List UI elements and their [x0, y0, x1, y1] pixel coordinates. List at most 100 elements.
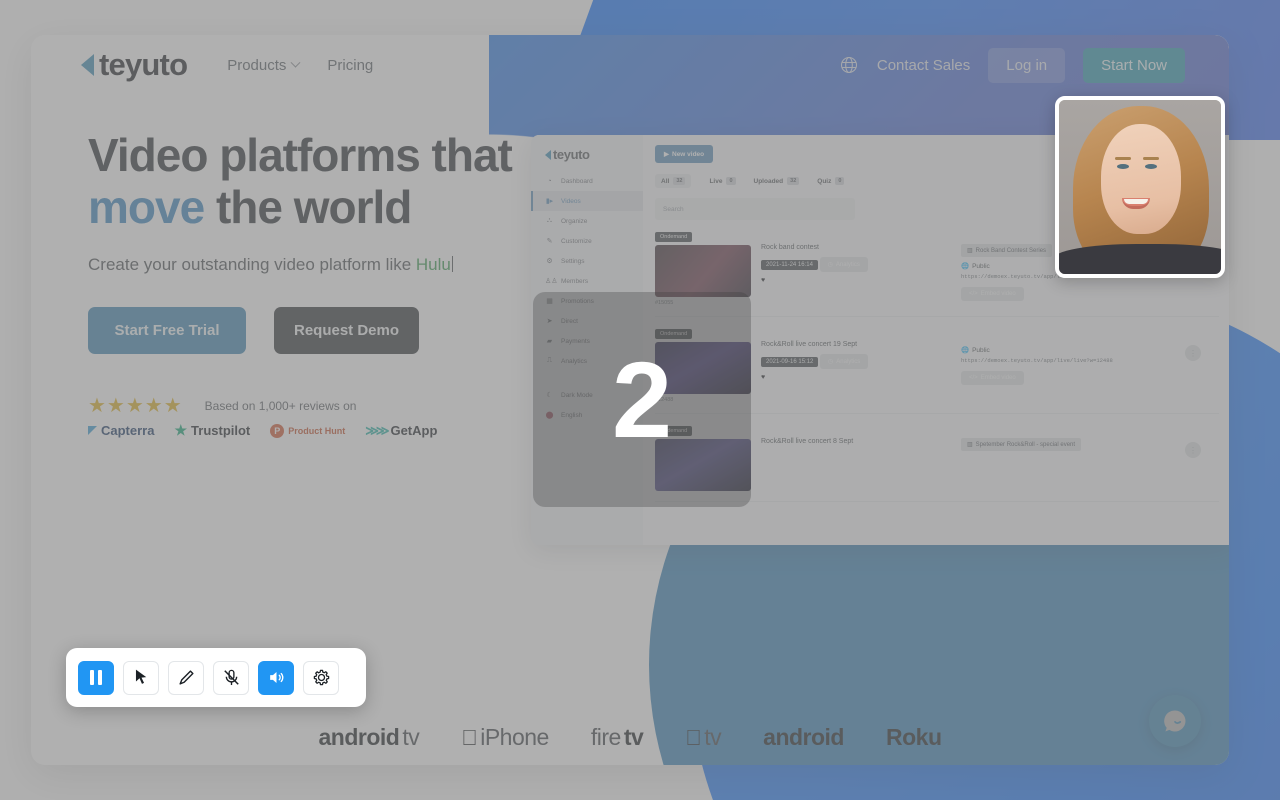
platform-fire-tv-label-b: tv: [615, 724, 644, 750]
platform-android-tv-label-a: android: [318, 724, 400, 750]
start-free-trial-button[interactable]: Start Free Trial: [88, 307, 246, 355]
tab-uploaded-count: 32: [787, 177, 800, 185]
video-series-tag-label: Rock Band Contest Series: [975, 247, 1047, 254]
hero-title: Video platforms that move the world: [88, 129, 558, 233]
tab-all-count: 32: [673, 177, 686, 185]
webcam-eyebrow-left: [1115, 157, 1131, 160]
sidebar-item-members-label: Members: [561, 277, 589, 285]
sidebar-item-customize-label: Customize: [561, 237, 592, 245]
video-publish-info: 🌐 Public https://demoex.teyuto.tv/app/li…: [961, 329, 1219, 403]
pause-recording-button[interactable]: [78, 660, 114, 695]
embed-video-button[interactable]: </> Embed video: [961, 286, 1024, 301]
video-meta: Rock&Roll live concert 19 Sept 2021-09-1…: [761, 329, 951, 403]
logo-text: teyuto: [99, 47, 188, 82]
contact-sales-link[interactable]: Contact Sales: [877, 57, 970, 74]
dashboard-logo-text: teyuto: [553, 147, 590, 162]
embed-video-label: Embed video: [980, 290, 1016, 297]
chevron-down-icon: [290, 57, 301, 68]
microphone-toggle-button[interactable]: [213, 660, 249, 695]
tab-live-count: 0: [726, 177, 736, 185]
recording-toolbar: [66, 648, 366, 707]
webcam-eye-right: [1145, 164, 1157, 169]
tab-all[interactable]: All 32: [655, 174, 692, 188]
gear-icon: [313, 669, 329, 686]
embed-video-button[interactable]: </> Embed video: [961, 370, 1024, 385]
sidebar-item-settings-label: Settings: [561, 257, 585, 265]
header-actions: Contact Sales Log in Start Now: [839, 47, 1185, 83]
sidebar-item-organize-label: Organize: [561, 217, 588, 225]
review-platform-logos: Capterra ★ Trustpilot P Product Hunt ≫≫ …: [88, 422, 558, 439]
favorite-heart-icon[interactable]: ♥: [761, 374, 951, 381]
tab-uploaded-label: Uploaded: [753, 177, 784, 185]
login-button[interactable]: Log in: [988, 47, 1066, 83]
microphone-muted-icon: [223, 669, 239, 686]
request-demo-button[interactable]: Request Demo: [274, 307, 419, 355]
supported-platforms: android tv  iPhone fire tv  tv android…: [31, 724, 1229, 751]
review-logo-product-hunt-label: Product Hunt: [288, 425, 346, 436]
globe-icon[interactable]: [839, 55, 859, 75]
webcam-face: [1101, 124, 1181, 234]
video-analytics-button[interactable]: ◷ Analytics: [820, 354, 869, 369]
video-meta: Rock&Roll live concert 8 Sept: [761, 426, 951, 491]
reviews-block: ★★★★★ Based on 1,000+ reviews on Capterr…: [88, 396, 558, 439]
webcam-eyebrow-right: [1143, 157, 1159, 160]
tag-icon: ▥: [967, 442, 973, 448]
platform-roku: Roku: [886, 724, 942, 751]
platform-android-label: android: [747, 724, 844, 750]
video-analytics-button[interactable]: ◷ Analytics: [819, 257, 868, 272]
logo-triangle-icon: [81, 54, 94, 76]
review-logo-trustpilot[interactable]: ★ Trustpilot: [174, 422, 250, 439]
tab-uploaded[interactable]: Uploaded 32: [754, 177, 800, 185]
nav-item-pricing[interactable]: Pricing: [327, 57, 373, 74]
nav-item-products[interactable]: Products: [227, 57, 301, 74]
cursor-tool-button[interactable]: [123, 660, 159, 695]
embed-video-label: Embed video: [980, 374, 1016, 381]
webcam-shoulders: [1059, 244, 1221, 274]
platform-android: android: [763, 724, 844, 751]
speaker-toggle-button[interactable]: [258, 660, 294, 695]
video-url[interactable]: https://demoex.teyuto.tv/app/live/live?w…: [961, 357, 1126, 365]
favorite-heart-icon[interactable]: ♥: [761, 277, 951, 284]
search-input[interactable]: Search: [655, 198, 855, 220]
trustpilot-star-icon: ★: [174, 422, 188, 439]
recording-countdown: 2: [533, 292, 751, 507]
tab-live[interactable]: Live 0: [709, 177, 736, 185]
hero-subtitle-brand: Hulu: [415, 255, 451, 275]
chat-widget-button[interactable]: [1149, 695, 1201, 747]
pen-tool-button[interactable]: [168, 660, 204, 695]
main-nav: Products Pricing: [227, 57, 373, 74]
webcam-overlay[interactable]: [1055, 96, 1225, 278]
apple-icon: : [685, 725, 702, 751]
screen-root: teyuto Products Pricing Contact Sales Lo…: [0, 0, 1280, 800]
typing-caret: [451, 256, 453, 273]
video-series-tag[interactable]: ▥ Spetember Rock&Roll - special event: [961, 438, 1082, 451]
video-more-menu-icon[interactable]: ⋮: [1185, 345, 1201, 361]
video-title: Rock&Roll live concert 19 Sept: [761, 341, 858, 348]
video-series-tag-label: Spetember Rock&Roll - special event: [975, 441, 1076, 448]
sidebar-item-videos-label: Videos: [561, 197, 581, 205]
hero-title-part1: Video platforms that: [88, 129, 513, 181]
review-logo-getapp[interactable]: ≫≫ GetApp: [365, 423, 437, 439]
tab-quiz[interactable]: Quiz 0: [817, 177, 845, 185]
recording-settings-button[interactable]: [303, 660, 339, 695]
platform-fire-tv: fire tv: [582, 724, 644, 751]
clock-icon: ◷: [827, 262, 833, 268]
video-more-menu-icon[interactable]: ⋮: [1185, 442, 1201, 458]
globe-small-icon: 🌐: [961, 347, 970, 354]
review-logo-capterra[interactable]: Capterra: [88, 423, 154, 438]
video-series-tag[interactable]: ▥ Rock Band Contest Series: [961, 244, 1053, 257]
chat-bubble-smiley-icon: [1164, 710, 1186, 732]
video-type-badge: Ondemand: [655, 232, 693, 242]
review-logo-product-hunt[interactable]: P Product Hunt: [270, 423, 346, 438]
webcam-teeth: [1124, 199, 1148, 204]
site-logo[interactable]: teyuto: [81, 47, 188, 83]
platform-fire-tv-label-a: fire: [582, 724, 621, 750]
hero-title-accent: move: [88, 180, 205, 233]
cursor-arrow-icon: [135, 669, 146, 684]
product-hunt-icon: P: [270, 423, 285, 438]
review-logo-getapp-label: GetApp: [390, 423, 438, 439]
new-video-button[interactable]: ▶ New video: [655, 145, 714, 163]
video-publish-info: ▥ Spetember Rock&Roll - special event ⋮: [961, 426, 1219, 491]
video-thumbnail[interactable]: [655, 245, 751, 297]
start-now-button[interactable]: Start Now: [1083, 47, 1185, 83]
